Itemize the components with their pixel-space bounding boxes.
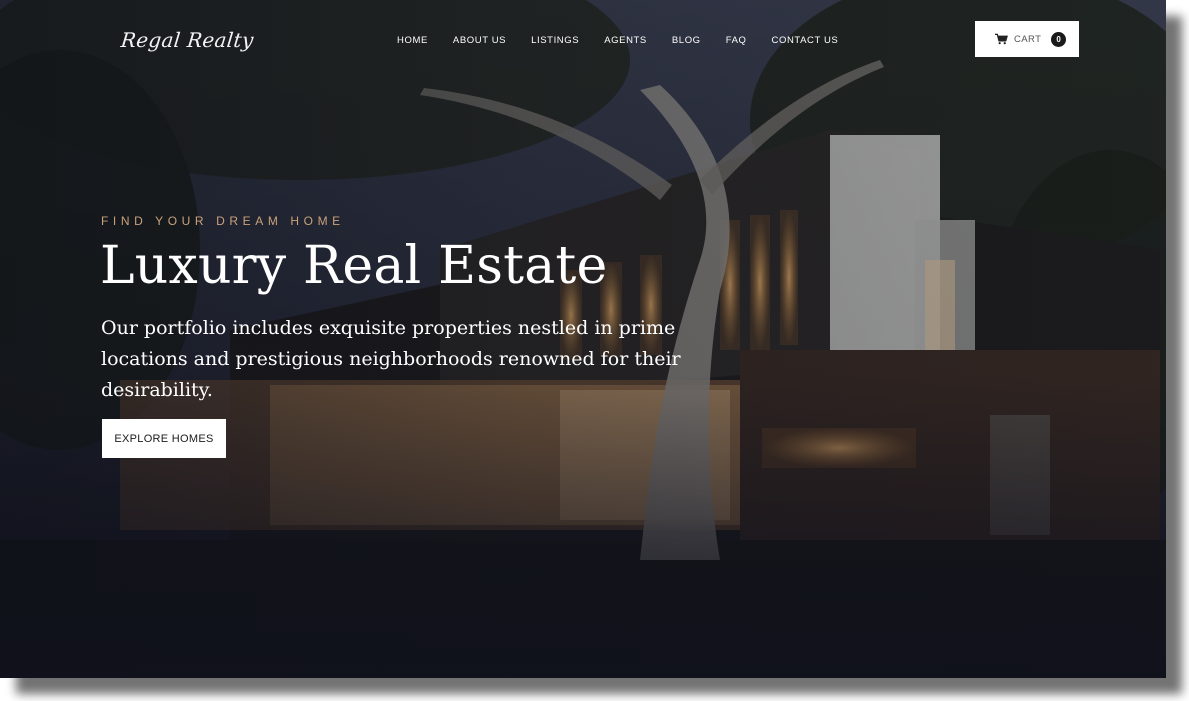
cart-count-badge: 0 (1051, 31, 1067, 47)
nav-item-faq[interactable]: FAQ (726, 35, 747, 47)
nav-item-blog[interactable]: BLOG (672, 35, 701, 47)
explore-homes-button[interactable]: EXPLORE HOMES (102, 419, 226, 458)
nav-item-listings[interactable]: LISTINGS (531, 35, 579, 47)
main-navigation: HOME ABOUT US LISTINGS AGENTS BLOG FAQ C… (397, 35, 863, 47)
hero-eyebrow: FIND YOUR DREAM HOME (101, 214, 345, 228)
nav-item-agents[interactable]: AGENTS (604, 35, 647, 47)
nav-item-home[interactable]: HOME (397, 35, 428, 47)
cart-label: CART (1014, 33, 1042, 45)
brand-logo[interactable]: Regal Realty (120, 28, 255, 52)
cart-button[interactable]: CART 0 (975, 21, 1079, 57)
nav-item-contact-us[interactable]: CONTACT US (772, 35, 839, 47)
nav-item-about-us[interactable]: ABOUT US (453, 35, 506, 47)
hero-subtitle: Our portfolio includes exquisite propert… (101, 317, 681, 401)
cart-icon (995, 33, 1008, 45)
hero-section: Regal Realty HOME ABOUT US LISTINGS AGEN… (0, 0, 1166, 678)
hero-title: Luxury Real Estate (100, 236, 608, 296)
